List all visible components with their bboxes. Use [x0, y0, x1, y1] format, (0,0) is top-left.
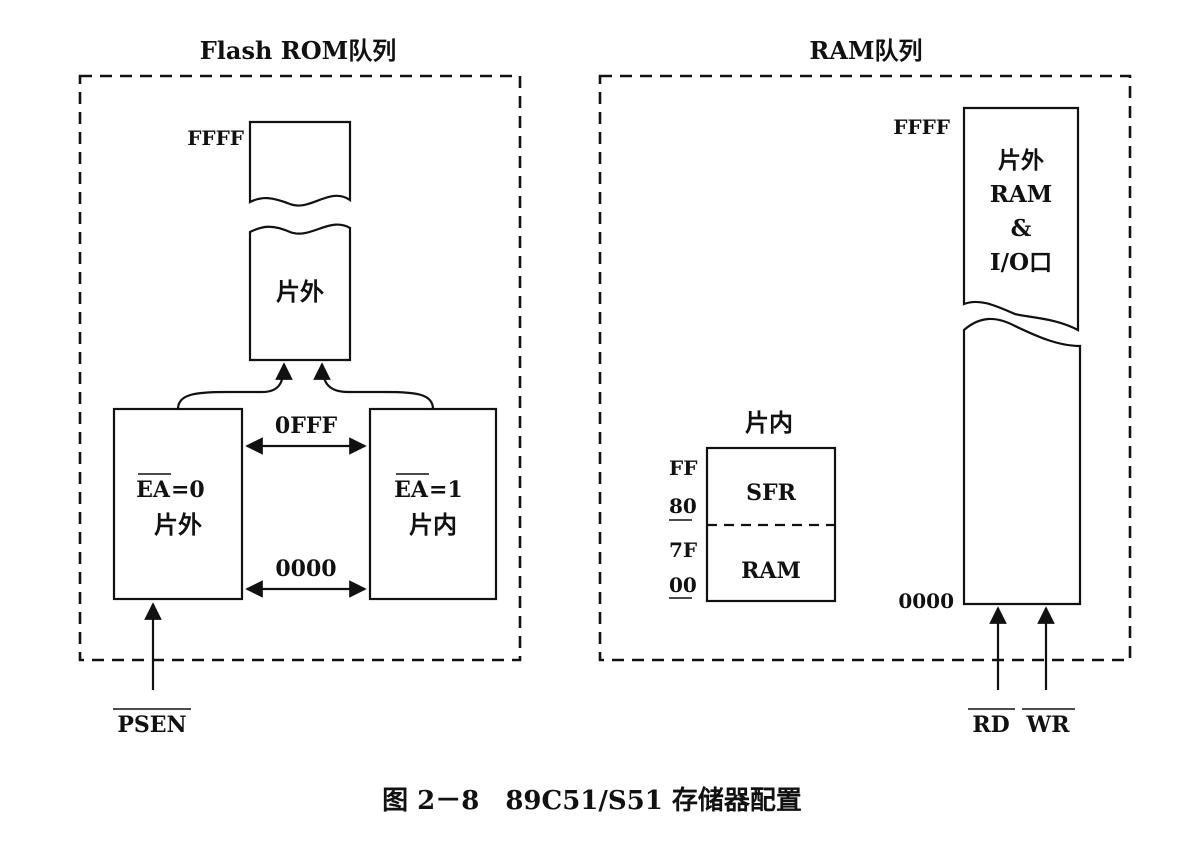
internal-ram-title: 片内 — [745, 408, 793, 437]
figure-caption: 图 2－8 89C51/S51 存储器配置 — [382, 785, 802, 816]
addr-7f: 7F — [669, 538, 697, 562]
ea0-offchip-box — [112, 407, 244, 601]
ea0-to-offchip-arrow — [176, 362, 293, 410]
mid-address-label: 0FFF — [275, 413, 338, 439]
ea0-signal: EA — [136, 477, 171, 503]
psen-signal: PSEN — [117, 712, 186, 738]
ram-title: RAM队列 — [809, 36, 922, 65]
ea0-value: =0 — [171, 477, 205, 503]
addr-80: 80 — [669, 494, 697, 518]
svg-text:RAM: RAM — [990, 181, 1052, 208]
rd-signal: RD — [972, 712, 1009, 738]
memory-diagram: Flash ROM队列 FFFF 片外 EA =0 片外 EA =1 片内 0F… — [78, 36, 1132, 816]
ea1-to-offchip-arrow — [313, 362, 435, 410]
svg-text:&: & — [1011, 215, 1032, 242]
ea1-signal: EA — [394, 477, 429, 503]
addr-ff: FF — [669, 456, 697, 480]
ea1-value: =1 — [429, 477, 463, 503]
offchip-rom-top-piece — [248, 120, 352, 207]
external-top-address: FFFF — [893, 115, 950, 139]
offchip-rom-label: 片外 — [276, 277, 324, 306]
svg-text:片外: 片外 — [998, 147, 1044, 174]
ea1-onchip-box — [368, 407, 498, 601]
svg-text:I/O口: I/O口 — [990, 249, 1052, 276]
low-address-label: 0000 — [275, 556, 336, 582]
ram-label: RAM — [741, 558, 801, 584]
external-ram-block — [962, 317, 1082, 606]
flash-rom-title: Flash ROM队列 — [200, 36, 396, 65]
external-bottom-address: 0000 — [898, 589, 954, 613]
sfr-label: SFR — [746, 480, 797, 506]
addr-00: 00 — [669, 573, 697, 597]
wr-signal: WR — [1026, 712, 1071, 738]
ea0-label: 片外 — [154, 510, 202, 539]
flash-top-address: FFFF — [187, 126, 244, 150]
ea1-label: 片内 — [409, 510, 457, 539]
